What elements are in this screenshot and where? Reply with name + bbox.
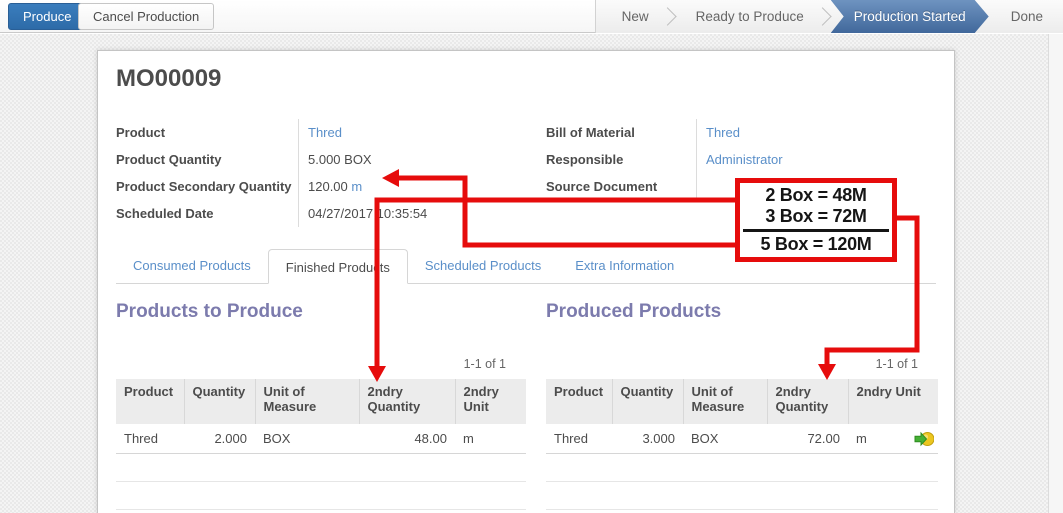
table-row[interactable]: Thred 2.000 BOX 48.00 m xyxy=(116,424,526,453)
table-row[interactable]: Thred 3.000 BOX 72.00 m xyxy=(546,424,938,453)
cell-uom: BOX xyxy=(683,424,767,453)
column-header-quantity[interactable]: Quantity xyxy=(612,379,683,424)
produce-button[interactable]: Produce xyxy=(8,3,86,30)
secondary-quantity-label: Product Secondary Quantity xyxy=(116,179,298,194)
column-header-unit-of-measure[interactable]: Unit of Measure xyxy=(255,379,359,424)
cell-uom: BOX xyxy=(255,424,359,453)
statusbar-step-done[interactable]: Done xyxy=(991,0,1063,33)
produce-coin-icon[interactable] xyxy=(914,431,934,450)
product-quantity-label: Product Quantity xyxy=(116,152,298,167)
secondary-quantity-value: 120.00 xyxy=(308,179,348,194)
column-header-unit-of-measure[interactable]: Unit of Measure xyxy=(683,379,767,424)
cell-quantity: 2.000 xyxy=(184,424,255,453)
column-header-2ndry-quantity[interactable]: 2ndry Quantity xyxy=(359,379,455,424)
product-label: Product xyxy=(116,125,298,140)
cell-2ndry-quantity: 48.00 xyxy=(359,424,455,453)
cell-2ndry-unit: m xyxy=(455,424,526,453)
cell-quantity: 3.000 xyxy=(612,424,683,453)
annotation-line-2: 3 Box = 72M xyxy=(740,206,892,227)
empty-row xyxy=(116,481,526,509)
cell-product: Thred xyxy=(116,424,184,453)
tab-finished-products[interactable]: Finished Products xyxy=(268,249,408,284)
section-produced-products: Produced Products 1-1 of 1 Product Quant… xyxy=(546,301,938,323)
source-document-label: Source Document xyxy=(546,179,696,194)
statusbar: New Ready to Produce Production Started … xyxy=(595,0,1063,33)
annotation-box: 2 Box = 48M 3 Box = 72M 5 Box = 120M xyxy=(735,178,897,262)
field-group-left: Product Thred Product Quantity 5.000 BOX… xyxy=(116,119,536,227)
bill-of-material-label: Bill of Material xyxy=(546,125,696,140)
column-header-product[interactable]: Product xyxy=(116,379,184,424)
column-header-quantity[interactable]: Quantity xyxy=(184,379,255,424)
tab-extra-information[interactable]: Extra Information xyxy=(558,248,691,283)
section-products-to-produce: Products to Produce 1-1 of 1 Product Qua… xyxy=(116,301,526,323)
annotation-sum-line xyxy=(743,229,889,232)
cancel-production-button[interactable]: Cancel Production xyxy=(78,3,214,30)
cell-2ndry-quantity: 72.00 xyxy=(767,424,848,453)
secondary-unit-link[interactable]: m xyxy=(351,179,362,194)
scheduled-date-value: 04/27/2017 10:35:54 xyxy=(298,200,536,227)
products-to-produce-heading: Products to Produce xyxy=(116,301,526,323)
form-sheet: MO00009 Product Thred Product Quantity 5… xyxy=(97,50,955,513)
column-header-2ndry-quantity[interactable]: 2ndry Quantity xyxy=(767,379,848,424)
statusbar-step-production-started[interactable]: Production Started xyxy=(831,0,989,33)
column-header-2ndry-unit[interactable]: 2ndry Unit xyxy=(848,379,938,424)
products-to-produce-table: Product Quantity Unit of Measure 2ndry Q… xyxy=(116,379,526,510)
scheduled-date-label: Scheduled Date xyxy=(116,206,298,221)
tab-scheduled-products[interactable]: Scheduled Products xyxy=(408,248,558,283)
responsible-label: Responsible xyxy=(546,152,696,167)
annotation-total: 5 Box = 120M xyxy=(740,234,892,255)
tab-consumed-products[interactable]: Consumed Products xyxy=(116,248,268,283)
empty-row xyxy=(116,453,526,481)
page-title: MO00009 xyxy=(116,65,221,93)
product-quantity-value: 5.000 BOX xyxy=(298,146,536,173)
product-value-link[interactable]: Thred xyxy=(308,125,342,140)
produced-products-table: Product Quantity Unit of Measure 2ndry Q… xyxy=(546,379,938,510)
cell-product: Thred xyxy=(546,424,612,453)
annotation-line-1: 2 Box = 48M xyxy=(740,185,892,206)
empty-row xyxy=(546,481,938,509)
responsible-value-link[interactable]: Administrator xyxy=(706,152,783,167)
vertical-scrollbar[interactable] xyxy=(1048,34,1063,513)
statusbar-step-ready-to-produce[interactable]: Ready to Produce xyxy=(676,0,824,33)
empty-row xyxy=(546,453,938,481)
bill-of-material-value-link[interactable]: Thred xyxy=(706,125,740,140)
pager-produced-products: 1-1 of 1 xyxy=(876,357,918,371)
produced-products-heading: Produced Products xyxy=(546,301,938,323)
cell-2ndry-unit: m xyxy=(848,424,938,453)
toolbar: Produce Cancel Production New Ready to P… xyxy=(0,0,1063,33)
column-header-product[interactable]: Product xyxy=(546,379,612,424)
pager-products-to-produce: 1-1 of 1 xyxy=(464,357,506,371)
column-header-2ndry-unit[interactable]: 2ndry Unit xyxy=(455,379,526,424)
